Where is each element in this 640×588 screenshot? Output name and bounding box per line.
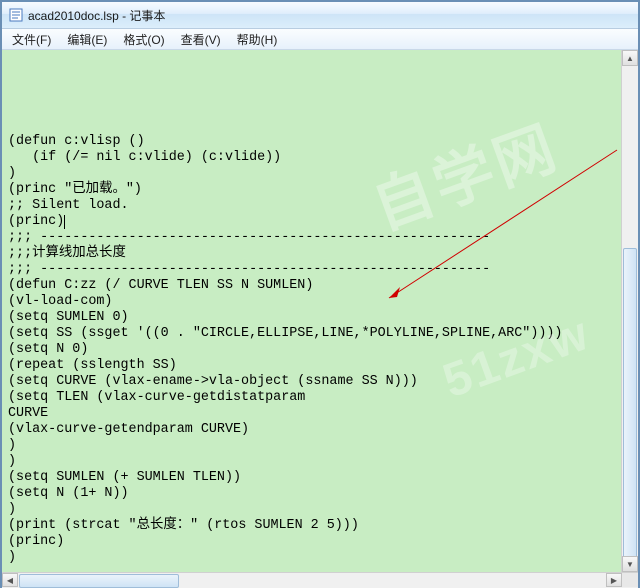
editor-line: (princ) [8, 534, 616, 550]
editor-line: (vl-load-com) [8, 294, 616, 310]
vertical-scrollbar[interactable]: ▲ ▼ [621, 50, 638, 572]
editor-line: (defun c:vlisp () [8, 134, 616, 150]
menubar: 文件(F) 编辑(E) 格式(O) 查看(V) 帮助(H) [2, 29, 638, 50]
menu-view[interactable]: 查看(V) [173, 29, 229, 50]
menu-format[interactable]: 格式(O) [115, 29, 172, 50]
text-caret [64, 215, 65, 229]
scroll-left-button[interactable]: ◀ [2, 573, 18, 587]
editor-line: (print (strcat "总长度：" (rtos SUMLEN 2 5))… [8, 518, 616, 534]
editor-line: (princ "已加载。") [8, 182, 616, 198]
horizontal-scrollbar-thumb[interactable] [19, 574, 179, 588]
editor-line: ;;; ------------------------------------… [8, 262, 616, 278]
scroll-right-button[interactable]: ▶ [606, 573, 622, 587]
editor-line: ) [8, 550, 616, 566]
scroll-down-button[interactable]: ▼ [622, 556, 638, 572]
editor-line: (setq TLEN (vlax-curve-getdistatparam [8, 390, 616, 406]
editor[interactable]: 自学网 51zxw (defun c:vlisp () (if (/= nil … [2, 50, 622, 572]
content-area: 自学网 51zxw (defun c:vlisp () (if (/= nil … [2, 50, 638, 572]
editor-line: ) [8, 438, 616, 454]
editor-line: (setq N 0) [8, 342, 616, 358]
editor-line: (setq SUMLEN 0) [8, 310, 616, 326]
editor-line: (setq SUMLEN (+ SUMLEN TLEN)) [8, 470, 616, 486]
editor-line: CURVE [8, 406, 616, 422]
editor-line: (defun C:zz (/ CURVE TLEN SS N SUMLEN) [8, 278, 616, 294]
editor-line: (vlax-curve-getendparam CURVE) [8, 422, 616, 438]
menu-file[interactable]: 文件(F) [4, 29, 59, 50]
editor-line: (repeat (sslength SS) [8, 358, 616, 374]
editor-line: ;;; ------------------------------------… [8, 230, 616, 246]
editor-line: (setq SS (ssget '((0 . "CIRCLE,ELLIPSE,L… [8, 326, 616, 342]
editor-line: ) [8, 166, 616, 182]
editor-line: (if (/= nil c:vlide) (c:vlide)) [8, 150, 616, 166]
editor-line: ;;;计算线加总长度 [8, 246, 616, 262]
editor-line: ;; Silent load. [8, 198, 616, 214]
scroll-up-button[interactable]: ▲ [622, 50, 638, 66]
titlebar: acad2010doc.lsp - 记事本 [2, 2, 638, 29]
notepad-icon [8, 7, 24, 23]
editor-line: (setq N (1+ N)) [8, 486, 616, 502]
window-title: acad2010doc.lsp - 记事本 [28, 7, 165, 24]
window: acad2010doc.lsp - 记事本 文件(F) 编辑(E) 格式(O) … [0, 0, 640, 588]
editor-line: ) [8, 502, 616, 518]
scrollbar-corner [622, 573, 638, 587]
menu-help[interactable]: 帮助(H) [229, 29, 286, 50]
editor-line: (princ) [8, 214, 616, 230]
horizontal-scrollbar[interactable]: ◀ ▶ [2, 572, 638, 588]
editor-line: (setq CURVE (vlax-ename->vla-object (ssn… [8, 374, 616, 390]
vertical-scrollbar-thumb[interactable] [623, 248, 637, 558]
editor-line: ) [8, 454, 616, 470]
menu-edit[interactable]: 编辑(E) [59, 29, 115, 50]
